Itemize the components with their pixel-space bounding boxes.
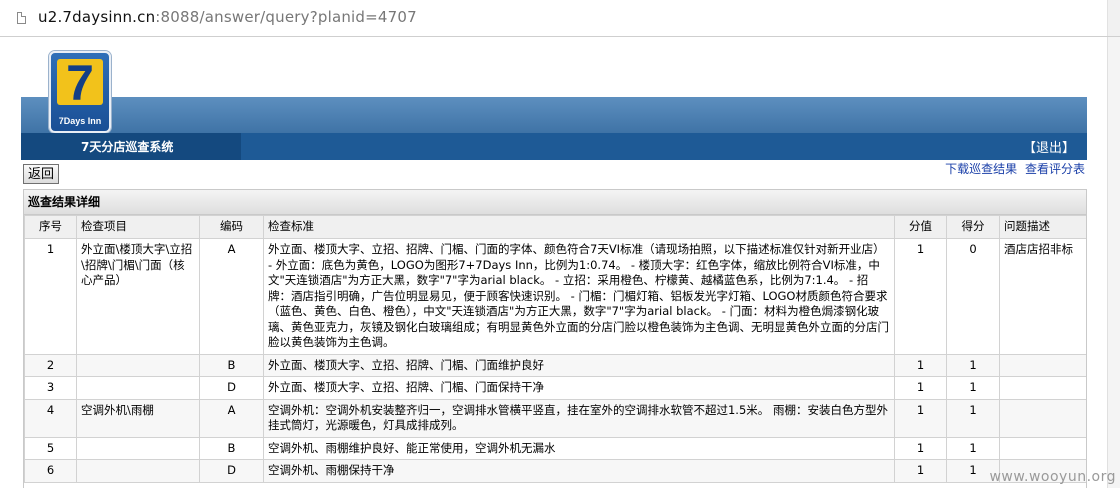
cell-value: 1 <box>894 376 947 400</box>
cell-item <box>76 376 200 400</box>
system-title: 7天分店巡查系统 <box>81 140 174 154</box>
col-header-code: 编码 <box>199 215 264 239</box>
cell-item: 空调外机\雨棚 <box>76 398 200 438</box>
cell-issue <box>999 436 1086 460</box>
toolbar-links: 下载巡查结果 查看评分表 <box>941 160 1085 177</box>
col-header-issue: 问题描述 <box>999 215 1086 239</box>
cell-value: 1 <box>894 238 947 355</box>
col-header-standard: 检查标准 <box>263 215 895 239</box>
cell-score: 1 <box>946 376 1000 400</box>
cell-code: A <box>199 238 264 355</box>
header-banner <box>21 97 1087 133</box>
cell-code: B <box>199 436 264 460</box>
table-row: 6 D 空调外机、雨棚保持干净 1 1 <box>24 459 1086 483</box>
table-row: 1 外立面\楼顶大字\立招\招牌\门楣\门面（核心产品） A 外立面、楼顶大字、… <box>24 238 1086 355</box>
col-header-value: 分值 <box>894 215 947 239</box>
cell-standard: 空调外机、雨棚维护良好、能正常使用，空调外机无漏水 <box>263 436 895 460</box>
cell-issue: 酒店店招非标 <box>999 238 1086 355</box>
cell-score: 1 <box>946 436 1000 460</box>
cell-value: 1 <box>894 398 947 438</box>
cell-standard: 外立面、楼顶大字、立招、招牌、门楣、门面保持干净 <box>263 376 895 400</box>
toolbar: 返回 下载巡查结果 查看评分表 <box>21 162 1087 186</box>
cell-item <box>76 436 200 460</box>
cell-value: 1 <box>894 436 947 460</box>
nav-bar: 7天分店巡查系统 【退出】 <box>21 133 1087 160</box>
cell-code: D <box>199 376 264 400</box>
logo-number: 7 <box>66 59 94 105</box>
cell-issue <box>999 353 1086 377</box>
table-row: 5 B 空调外机、雨棚维护良好、能正常使用，空调外机无漏水 1 1 <box>24 436 1086 460</box>
cell-issue <box>999 398 1086 438</box>
watermark: www.wooyun.org <box>989 469 1116 485</box>
logout-link[interactable]: 【退出】 <box>1023 137 1075 156</box>
cell-no: 1 <box>24 238 77 355</box>
url-text[interactable]: u2.7daysinn.cn:8088/answer/query?planid=… <box>38 8 417 26</box>
cell-no: 3 <box>24 376 77 400</box>
results-table: 序号 检查项目 编码 检查标准 分值 得分 问题描述 1 外立面\楼顶大字\立招… <box>24 215 1086 483</box>
cell-standard: 空调外机、雨棚保持干净 <box>263 459 895 483</box>
table-row: 4 空调外机\雨棚 A 空调外机：空调外机安装整齐归一，空调排水管横平竖直，挂在… <box>24 398 1086 438</box>
cell-item <box>76 459 200 483</box>
col-header-no: 序号 <box>24 215 77 239</box>
cell-standard: 空调外机：空调外机安装整齐归一，空调排水管横平竖直，挂在室外的空调排水软管不超过… <box>263 398 895 438</box>
cell-issue <box>999 376 1086 400</box>
table-row: 3 D 外立面、楼顶大字、立招、招牌、门楣、门面保持干净 1 1 <box>24 376 1086 400</box>
table-row: 2 B 外立面、楼顶大字、立招、招牌、门楣、门面维护良好 1 1 <box>24 353 1086 377</box>
cell-code: B <box>199 353 264 377</box>
back-button[interactable]: 返回 <box>23 164 60 184</box>
cell-value: 1 <box>894 459 947 483</box>
cell-no: 2 <box>24 353 77 377</box>
cell-no: 6 <box>24 459 77 483</box>
cell-no: 5 <box>24 436 77 460</box>
cell-code: A <box>199 398 264 438</box>
col-header-score: 得分 <box>946 215 1000 239</box>
view-score-sheet-link[interactable]: 查看评分表 <box>1025 162 1085 176</box>
cell-no: 4 <box>24 398 77 438</box>
cell-score: 1 <box>946 353 1000 377</box>
table-header-row: 序号 检查项目 编码 检查标准 分值 得分 问题描述 <box>24 215 1086 239</box>
cell-code: D <box>199 459 264 483</box>
nav-title-tab: 7天分店巡查系统 <box>21 133 241 160</box>
scrollbar-corner <box>1107 0 1120 36</box>
panel-title: 巡查结果详细 <box>24 190 1086 215</box>
page-icon <box>17 12 26 24</box>
cell-value: 1 <box>894 353 947 377</box>
brand-logo: 7 7Days Inn <box>49 51 111 133</box>
download-results-link[interactable]: 下载巡查结果 <box>945 162 1017 176</box>
cell-standard: 外立面、楼顶大字、立招、招牌、门楣、门面的字体、颜色符合7天VI标准（请现场拍照… <box>263 238 895 355</box>
logo-brand-text: 7Days Inn <box>58 116 102 126</box>
cell-standard: 外立面、楼顶大字、立招、招牌、门楣、门面维护良好 <box>263 353 895 377</box>
vertical-scrollbar[interactable] <box>1107 37 1120 488</box>
logo-seven-box: 7 <box>57 59 103 105</box>
header-top <box>21 37 1087 97</box>
col-header-item: 检查项目 <box>76 215 200 239</box>
cell-score: 1 <box>946 398 1000 438</box>
site-page: 7 7Days Inn 7天分店巡查系统 【退出】 返回 下载巡查结果 查看评分… <box>21 37 1087 488</box>
cell-item: 外立面\楼顶大字\立招\招牌\门楣\门面（核心产品） <box>76 238 200 355</box>
cell-item <box>76 353 200 377</box>
address-bar[interactable]: u2.7daysinn.cn:8088/answer/query?planid=… <box>0 0 1120 37</box>
cell-score: 0 <box>946 238 1000 355</box>
results-panel: 巡查结果详细 序号 检查项目 编码 检查标准 分值 得分 问题描述 1 外立面\… <box>23 189 1087 488</box>
